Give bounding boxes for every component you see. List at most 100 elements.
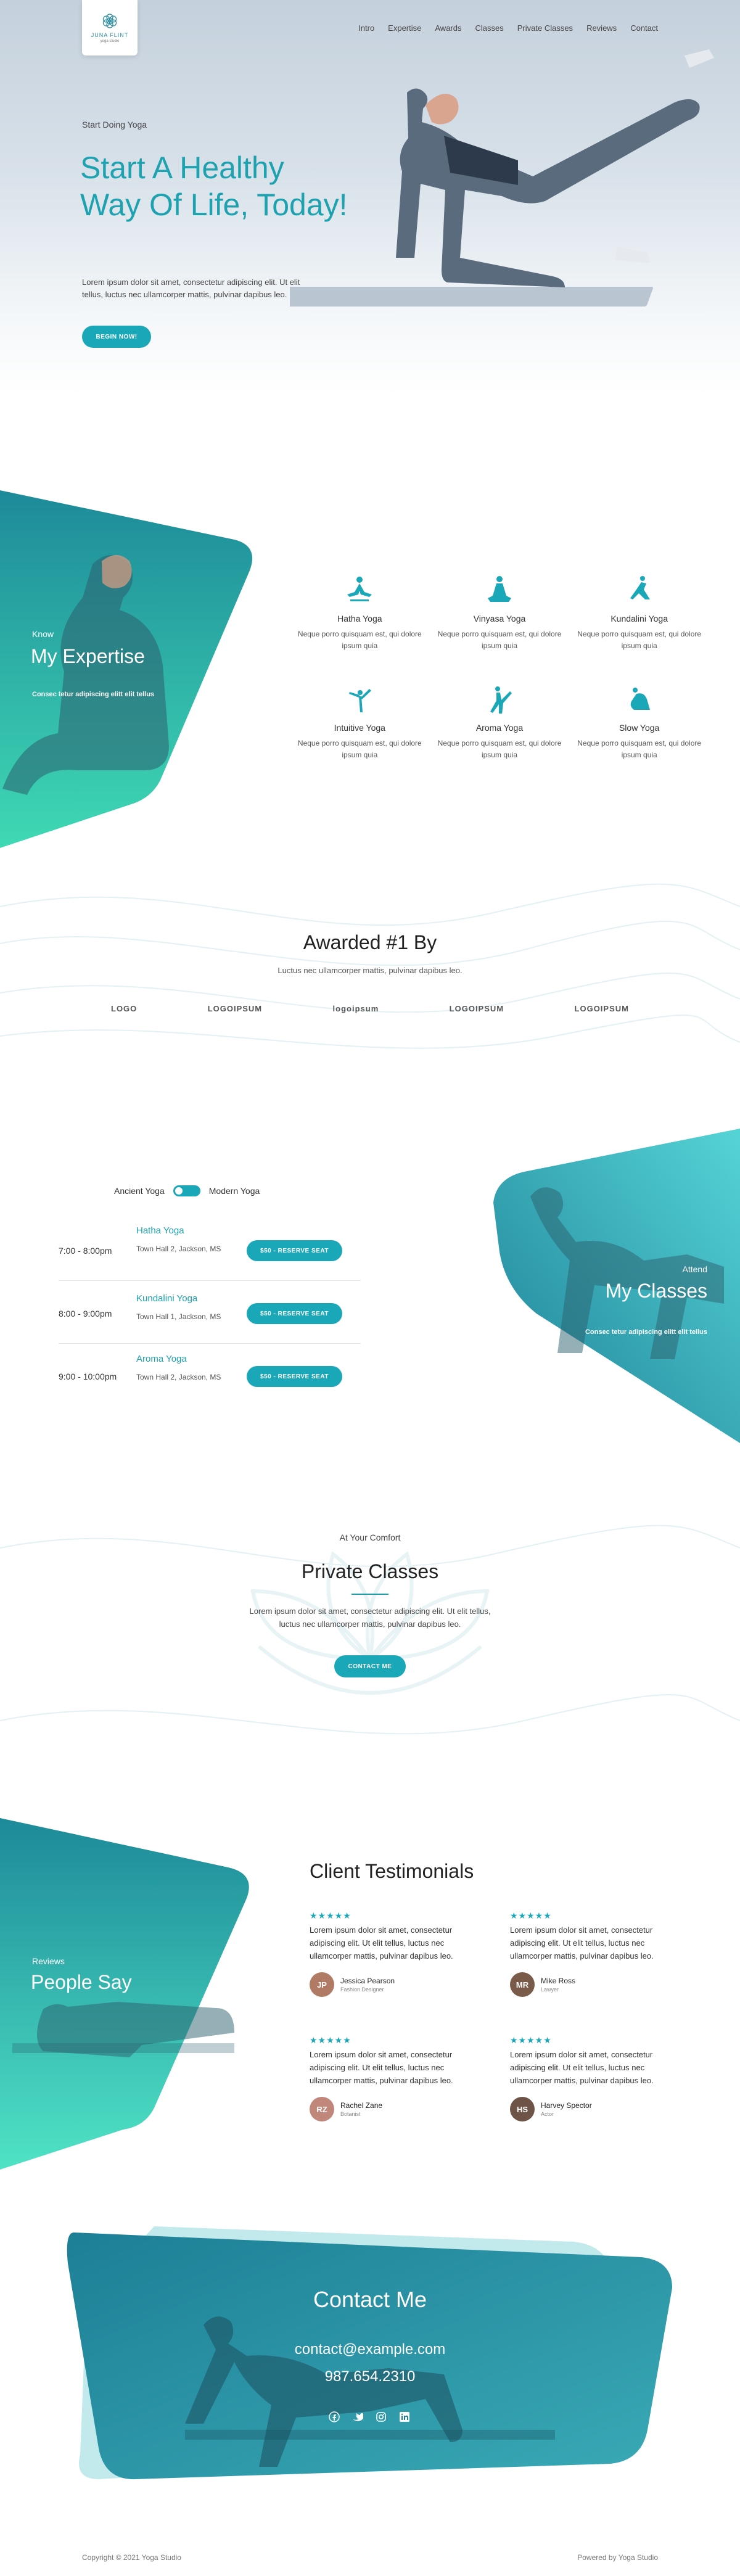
testimonial-quote: Lorem ipsum dolor sit amet, consectetur … bbox=[310, 2050, 453, 2085]
nav-reviews[interactable]: Reviews bbox=[586, 23, 617, 33]
private-lotus-background bbox=[0, 1525, 740, 1735]
begin-now-button[interactable]: BEGIN NOW! bbox=[82, 326, 151, 348]
twitter-icon[interactable] bbox=[352, 2411, 363, 2422]
hero-title: Start A Healthy Way Of Life, Today! bbox=[80, 150, 348, 222]
reviews-image-panel bbox=[0, 1818, 249, 2170]
hero-kicker: Start Doing Yoga bbox=[82, 120, 147, 130]
expertise-item: Slow Yoga Neque porro quisquam est, qui … bbox=[569, 683, 709, 761]
contact-email[interactable]: contact@example.com bbox=[0, 2341, 740, 2358]
expertise-name: Hatha Yoga bbox=[337, 614, 382, 623]
reserve-seat-button[interactable]: $50 - RESERVE SEAT bbox=[247, 1366, 342, 1387]
expertise-item: Intuitive Yoga Neque porro quisquam est,… bbox=[290, 683, 430, 761]
expertise-kicker: Know bbox=[32, 629, 54, 639]
avatar: RZ bbox=[310, 2097, 334, 2121]
award-logos: LOGO LOGOIPSUM logoipsum LOGOIPSUM LOGOI… bbox=[111, 1004, 629, 1013]
expertise-title: My Expertise bbox=[31, 645, 145, 667]
contact-phone[interactable]: 987.654.2310 bbox=[0, 2368, 740, 2385]
class-type-toggle: Ancient Yoga Modern Yoga bbox=[114, 1185, 260, 1196]
class-row: 8:00 - 9:00pm Kundalini Yoga Town Hall 1… bbox=[59, 1281, 361, 1344]
expertise-desc: Neque porro quisquam est, qui dolore ips… bbox=[437, 739, 562, 759]
expertise-desc: Neque porro quisquam est, qui dolore ips… bbox=[577, 630, 702, 650]
awards-text: Luctus nec ullamcorper mattis, pulvinar … bbox=[278, 966, 462, 975]
class-name[interactable]: Hatha Yoga bbox=[136, 1225, 184, 1236]
expertise-name: Vinyasa Yoga bbox=[473, 614, 526, 623]
author-role: Fashion Designer bbox=[340, 1986, 384, 1993]
reviews-title: People Say bbox=[31, 1971, 132, 1993]
testimonial-card: ★★★★★ Lorem ipsum dolor sit amet, consec… bbox=[510, 2035, 683, 2121]
expertise-name: Kundalini Yoga bbox=[610, 614, 668, 623]
title-divider bbox=[352, 1594, 388, 1595]
class-time: 7:00 - 8:00pm bbox=[59, 1246, 112, 1256]
warrior-pose-icon bbox=[490, 686, 512, 714]
main-nav: Intro Expertise Awards Classes Private C… bbox=[358, 23, 658, 33]
toggle-label-ancient[interactable]: Ancient Yoga bbox=[114, 1186, 165, 1196]
toggle-switch[interactable] bbox=[173, 1185, 200, 1196]
brand-tagline: yoga studio bbox=[100, 39, 120, 43]
meditation-pose-icon bbox=[347, 577, 372, 601]
instagram-icon[interactable] bbox=[376, 2411, 387, 2422]
expertise-item: Kundalini Yoga Neque porro quisquam est,… bbox=[569, 574, 709, 652]
nav-awards[interactable]: Awards bbox=[435, 23, 461, 33]
footer-powered-by[interactable]: Powered by Yoga Studio bbox=[577, 2553, 658, 2562]
toggle-label-modern[interactable]: Modern Yoga bbox=[209, 1186, 260, 1196]
class-location: Town Hall 1, Jackson, MS bbox=[136, 1312, 221, 1321]
reviews-kicker: Reviews bbox=[32, 1956, 65, 1966]
nav-contact[interactable]: Contact bbox=[630, 23, 658, 33]
rating-stars-icon: ★★★★★ bbox=[310, 1911, 352, 1920]
linkedin-icon[interactable] bbox=[399, 2411, 410, 2422]
testimonial-author: JP Jessica Pearson Fashion Designer bbox=[310, 1972, 482, 1997]
author-role: Lawyer bbox=[541, 1986, 559, 1993]
testimonial-card: ★★★★★ Lorem ipsum dolor sit amet, consec… bbox=[310, 1911, 482, 1997]
contact-title: Contact Me bbox=[313, 2287, 427, 2312]
brand-logo[interactable]: JUNA FLINT yoga studio bbox=[82, 0, 138, 56]
class-time: 8:00 - 9:00pm bbox=[59, 1309, 112, 1319]
testimonial-quote: Lorem ipsum dolor sit amet, consectetur … bbox=[510, 2050, 654, 2085]
expertise-item: Aroma Yoga Neque porro quisquam est, qui… bbox=[430, 683, 570, 761]
testimonial-card: ★★★★★ Lorem ipsum dolor sit amet, consec… bbox=[510, 1911, 683, 1997]
expertise-item: Hatha Yoga Neque porro quisquam est, qui… bbox=[290, 574, 430, 652]
dancer-pose-icon bbox=[349, 689, 372, 712]
award-logo: LOGOIPSUM bbox=[207, 1004, 263, 1013]
stretch-pose-icon bbox=[630, 576, 650, 599]
private-title: Private Classes bbox=[301, 1560, 439, 1582]
testimonial-quote: Lorem ipsum dolor sit amet, consectetur … bbox=[310, 1925, 453, 1961]
classes-title: My Classes bbox=[605, 1280, 707, 1302]
nav-classes[interactable]: Classes bbox=[475, 23, 504, 33]
facebook-icon[interactable] bbox=[329, 2411, 340, 2422]
author-role: Botanist bbox=[340, 2111, 361, 2117]
expertise-desc: Neque porro quisquam est, qui dolore ips… bbox=[297, 739, 422, 759]
reserve-seat-button[interactable]: $50 - RESERVE SEAT bbox=[247, 1303, 342, 1324]
brand-name: JUNA FLINT bbox=[91, 32, 129, 38]
nav-expertise[interactable]: Expertise bbox=[388, 23, 421, 33]
contact-me-button[interactable]: CONTACT ME bbox=[334, 1655, 406, 1677]
award-logo: LOGOIPSUM bbox=[449, 1004, 504, 1013]
class-name[interactable]: Aroma Yoga bbox=[136, 1354, 187, 1364]
award-logo: LOGOIPSUM bbox=[574, 1004, 629, 1013]
seated-pose-icon bbox=[487, 576, 511, 602]
author-name: Mike Ross bbox=[541, 1977, 576, 1985]
expertise-name: Slow Yoga bbox=[619, 723, 660, 733]
expertise-desc: Neque porro quisquam est, qui dolore ips… bbox=[437, 630, 562, 650]
expertise-image-panel bbox=[0, 490, 253, 848]
class-time: 9:00 - 10:00pm bbox=[59, 1372, 117, 1381]
reserve-seat-button[interactable]: $50 - RESERVE SEAT bbox=[247, 1240, 342, 1261]
awards-title: Awarded #1 By bbox=[303, 931, 437, 953]
class-location: Town Hall 2, Jackson, MS bbox=[136, 1373, 221, 1381]
rating-stars-icon: ★★★★★ bbox=[510, 1911, 552, 1920]
classes-subtitle: Consec tetur adipiscing elitt elit tellu… bbox=[585, 1328, 707, 1336]
class-location: Town Hall 2, Jackson, MS bbox=[136, 1245, 221, 1253]
class-row: 9:00 - 10:00pm Aroma Yoga Town Hall 2, J… bbox=[59, 1344, 361, 1407]
class-row: 7:00 - 8:00pm Hatha Yoga Town Hall 2, Ja… bbox=[59, 1218, 361, 1281]
nav-private-classes[interactable]: Private Classes bbox=[517, 23, 573, 33]
author-name: Rachel Zane bbox=[340, 2101, 383, 2110]
avatar: HS bbox=[510, 2097, 535, 2121]
hero-text: Lorem ipsum dolor sit amet, consectetur … bbox=[82, 278, 300, 299]
award-logo: LOGO bbox=[111, 1004, 138, 1013]
footer-copyright: Copyright © 2021 Yoga Studio bbox=[82, 2553, 181, 2562]
class-name[interactable]: Kundalini Yoga bbox=[136, 1293, 197, 1304]
testimonials-title: Client Testimonials bbox=[310, 1860, 474, 1882]
testimonial-author: RZ Rachel Zane Botanist bbox=[310, 2097, 482, 2121]
nav-intro[interactable]: Intro bbox=[358, 23, 374, 33]
expertise-grid: Hatha Yoga Neque porro quisquam est, qui… bbox=[290, 574, 709, 761]
lotus-logo-icon bbox=[102, 14, 117, 28]
